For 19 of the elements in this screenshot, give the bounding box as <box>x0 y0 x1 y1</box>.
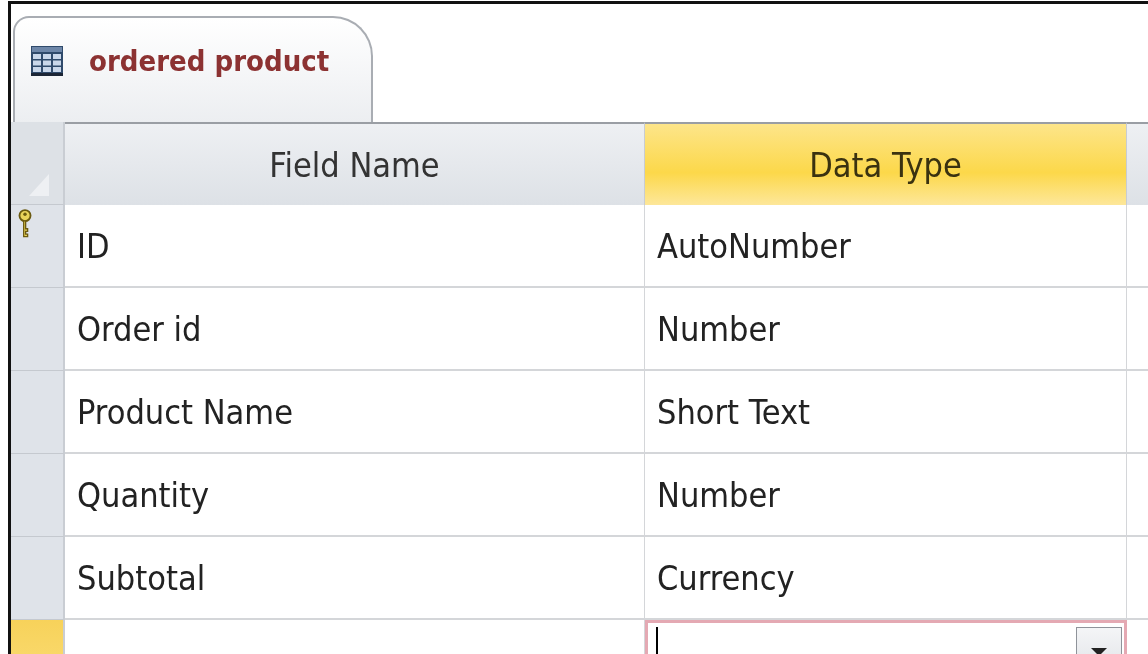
table-cell[interactable]: Number <box>645 288 1127 371</box>
table-cell[interactable]: Currency <box>645 537 1127 620</box>
table-cell[interactable]: Subtotal <box>65 537 645 620</box>
table-cell[interactable]: Number <box>645 454 1127 537</box>
text-cursor <box>656 627 658 654</box>
table-cell[interactable]: ID <box>65 205 645 288</box>
column-header[interactable]: Field Name <box>65 122 645 205</box>
key-icon <box>17 209 33 238</box>
column-header[interactable] <box>1127 122 1148 205</box>
table-cell[interactable]: Quantity <box>65 454 645 537</box>
table-cell[interactable]: AutoNumber <box>645 205 1127 288</box>
row-selector[interactable] <box>11 205 65 288</box>
table-icon <box>31 46 63 76</box>
table-tab[interactable]: ordered product <box>13 16 373 122</box>
caret-icon <box>1091 648 1107 654</box>
table-cell[interactable]: Short Text <box>645 371 1127 454</box>
table-cell[interactable]: Product Name <box>65 371 645 454</box>
column-header[interactable]: Data Type <box>645 122 1127 205</box>
table-cell[interactable]: Order id <box>65 288 645 371</box>
